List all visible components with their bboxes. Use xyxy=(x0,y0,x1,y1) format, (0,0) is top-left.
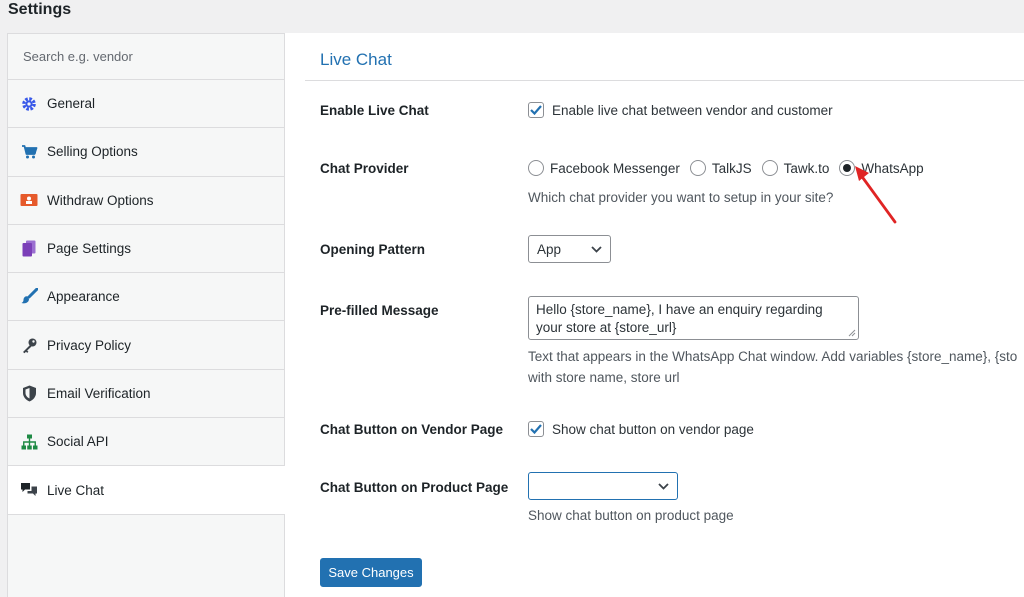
sidebar-item-label: Selling Options xyxy=(47,144,138,160)
shield-icon xyxy=(20,384,38,402)
vendor-page-button-row: Show chat button on vendor page xyxy=(528,421,754,437)
prefilled-message-label: Pre-filled Message xyxy=(320,303,439,318)
sidebar-item-social-api[interactable]: Social API xyxy=(8,418,284,467)
gear-icon xyxy=(20,95,38,113)
withdraw-icon xyxy=(20,191,38,209)
chat-icon xyxy=(20,481,38,499)
sidebar-item-label: Appearance xyxy=(47,289,120,305)
sidebar-item-selling-options[interactable]: Selling Options xyxy=(8,128,284,177)
red-arrow-annotation-icon xyxy=(855,166,897,224)
prefilled-message-textarea[interactable]: Hello {store_name}, I have an enquiry re… xyxy=(528,296,859,340)
section-divider xyxy=(305,80,1024,81)
sidebar-item-withdraw-options[interactable]: Withdraw Options xyxy=(8,177,284,225)
chat-provider-help: Which chat provider you want to setup in… xyxy=(528,190,834,205)
section-title: Live Chat xyxy=(320,50,392,69)
textarea-line: Hello {store_name}, I have an enquiry re… xyxy=(536,302,823,317)
prefilled-message-help-continued: with store name, store url xyxy=(528,370,680,385)
option-label: Facebook Messenger xyxy=(550,160,680,176)
sidebar-item-privacy-policy[interactable]: Privacy Policy xyxy=(8,321,284,370)
settings-panel: Live Chat Enable Live Chat Enable live c… xyxy=(285,33,1024,597)
prefilled-message-help: Text that appears in the WhatsApp Chat w… xyxy=(528,349,1018,364)
chevron-down-icon xyxy=(658,482,669,490)
save-changes-button[interactable]: Save Changes xyxy=(320,558,422,587)
sidebar-item-page-settings[interactable]: Page Settings xyxy=(8,225,284,274)
page-title: Settings xyxy=(8,1,72,18)
sidebar-item-label: Email Verification xyxy=(47,385,151,401)
provider-option-talkjs[interactable]: TalkJS xyxy=(689,160,752,176)
sidebar-item-label: Withdraw Options xyxy=(47,192,154,208)
sidebar-item-label: Page Settings xyxy=(47,241,132,257)
radio-button[interactable] xyxy=(761,160,778,176)
checkmark-icon xyxy=(530,105,542,115)
enable-live-chat-checkbox[interactable] xyxy=(528,102,544,118)
enable-live-chat-row: Enable live chat between vendor and cust… xyxy=(528,102,833,118)
settings-sidebar: General Selling Options Withdraw Options… xyxy=(7,33,285,597)
search-input[interactable] xyxy=(23,49,263,64)
radio-button[interactable] xyxy=(689,160,706,176)
chat-provider-label: Chat Provider xyxy=(320,161,409,176)
provider-option-facebook-messenger[interactable]: Facebook Messenger xyxy=(528,160,680,176)
product-page-button-select[interactable] xyxy=(528,472,678,500)
provider-option-tawkto[interactable]: Tawk.to xyxy=(761,160,830,176)
sidebar-item-live-chat[interactable]: Live Chat xyxy=(8,466,285,515)
pages-icon xyxy=(20,240,38,258)
product-page-button-help: Show chat button on product page xyxy=(528,508,734,523)
option-label: Tawk.to xyxy=(783,160,830,176)
sidebar-item-appearance[interactable]: Appearance xyxy=(8,273,284,322)
resize-grip-icon[interactable] xyxy=(848,329,856,337)
sidebar-item-label: Live Chat xyxy=(47,482,105,498)
vendor-page-button-label: Chat Button on Vendor Page xyxy=(320,422,504,437)
select-value: App xyxy=(537,241,562,257)
option-label: TalkJS xyxy=(711,160,752,176)
sidebar-item-label: Privacy Policy xyxy=(47,337,132,353)
key-icon xyxy=(20,336,38,354)
vendor-page-button-text: Show chat button on vendor page xyxy=(552,421,754,437)
sidebar-item-email-verification[interactable]: Email Verification xyxy=(8,370,284,419)
product-page-button-label: Chat Button on Product Page xyxy=(320,480,509,495)
vendor-page-button-checkbox[interactable] xyxy=(528,421,544,437)
enable-live-chat-text: Enable live chat between vendor and cust… xyxy=(552,102,833,118)
sidebar-item-label: Social API xyxy=(47,434,109,450)
chevron-down-icon xyxy=(591,245,602,253)
sidebar-item-label: General xyxy=(47,96,96,112)
cart-icon xyxy=(20,143,38,161)
radio-button[interactable] xyxy=(528,160,544,176)
search-box xyxy=(8,34,284,80)
textarea-line: your store at {store_url} xyxy=(536,320,677,335)
sidebar-item-general[interactable]: General xyxy=(8,80,284,129)
enable-live-chat-label: Enable Live Chat xyxy=(320,103,429,118)
opening-pattern-select[interactable]: App xyxy=(528,235,611,263)
network-icon xyxy=(20,433,38,451)
checkmark-icon xyxy=(530,424,542,434)
opening-pattern-label: Opening Pattern xyxy=(320,242,426,257)
brush-icon xyxy=(20,288,38,306)
